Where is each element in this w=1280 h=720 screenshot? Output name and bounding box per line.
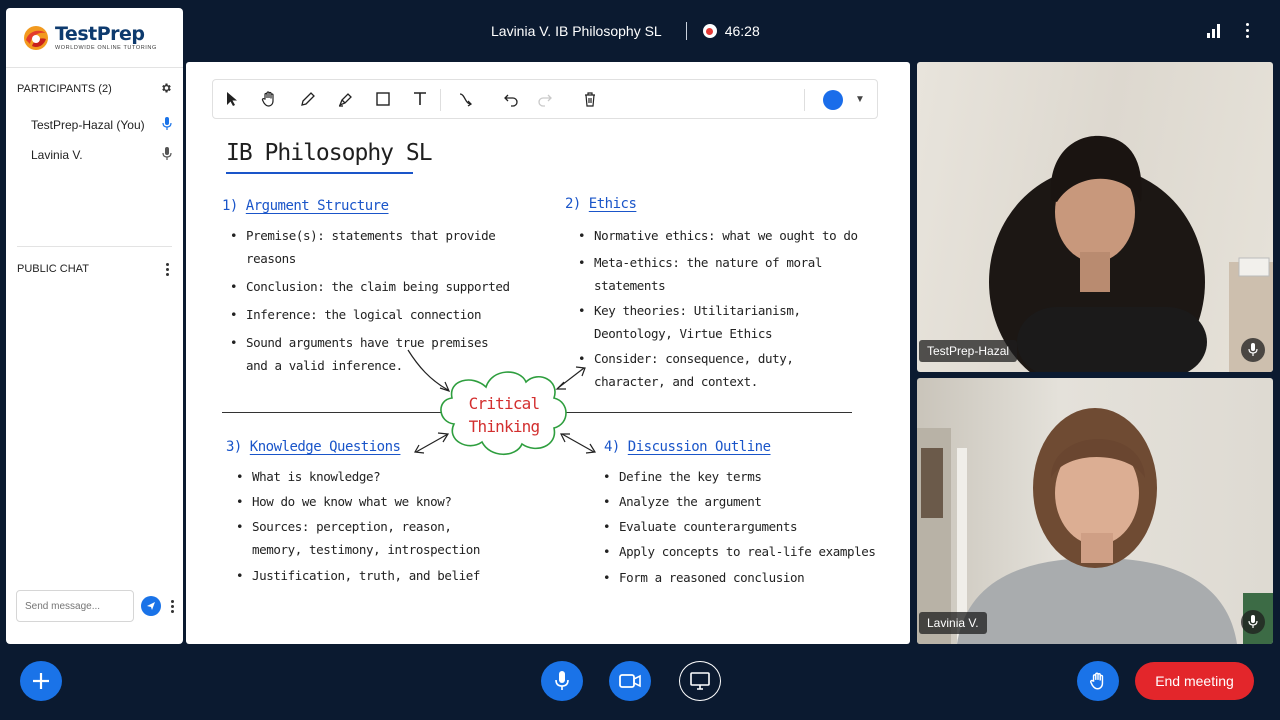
mic-icon[interactable]: [1241, 610, 1265, 634]
chat-header: PUBLIC CHAT: [6, 247, 183, 291]
more-options-icon[interactable]: [1246, 23, 1249, 38]
list-item: What is knowledge?: [232, 465, 502, 488]
chat-options-icon[interactable]: [162, 262, 172, 276]
participant-name: Lavinia V.: [31, 148, 83, 162]
list-item: Sources: perception, reason, memory, tes…: [232, 515, 502, 561]
section-3-bullets: What is knowledge? How do we know what w…: [232, 465, 502, 587]
gear-icon[interactable]: [160, 82, 172, 97]
mic-icon: [162, 146, 172, 164]
whiteboard[interactable]: ▼ IB Philosophy SL 1) Argument Structure…: [186, 62, 910, 644]
chat-message-input[interactable]: [16, 590, 134, 622]
participants-heading: PARTICIPANTS (2): [17, 83, 112, 95]
participants-header: PARTICIPANTS (2): [6, 68, 183, 110]
participant-name: TestPrep-Hazal (You): [31, 118, 145, 132]
center-topic: Critical Thinking: [468, 394, 540, 436]
video-name-tag: TestPrep-Hazal: [919, 340, 1018, 362]
header-divider: [685, 22, 687, 40]
participant-item[interactable]: Lavinia V.: [6, 140, 183, 170]
camera-toggle-button[interactable]: [609, 661, 651, 701]
meeting-title: Lavinia V. IB Philosophy SL: [491, 23, 662, 39]
end-meeting-button[interactable]: End meeting: [1135, 662, 1254, 700]
send-message-button[interactable]: [141, 596, 161, 616]
plus-icon: [33, 673, 49, 689]
mic-icon[interactable]: [1241, 338, 1265, 362]
brand-logo: TestPrep WORLDWIDE ONLINE TUTORING: [6, 8, 183, 68]
participant-item[interactable]: TestPrep-Hazal (You): [6, 110, 183, 140]
microphone-toggle-button[interactable]: [541, 661, 583, 701]
list-item: Justification, truth, and belief: [232, 564, 502, 587]
list-item: Form a reasoned conclusion: [599, 566, 889, 589]
recording-icon[interactable]: [702, 24, 717, 38]
raise-hand-button[interactable]: [1077, 661, 1119, 701]
video-tile-tutor[interactable]: TestPrep-Hazal: [917, 62, 1273, 372]
list-item: Analyze the argument: [599, 490, 889, 513]
screen-share-icon: [690, 672, 710, 690]
testprep-logo-icon: [22, 24, 50, 52]
section-4-bullets: Define the key terms Analyze the argumen…: [599, 465, 889, 589]
mic-icon: [162, 116, 172, 134]
list-item: Evaluate counterarguments: [599, 515, 889, 538]
meeting-header: Lavinia V. IB Philosophy SL 46:28: [491, 22, 760, 40]
list-item: How do we know what we know?: [232, 490, 502, 513]
raise-hand-icon: [1090, 672, 1104, 690]
list-item: Define the key terms: [599, 465, 889, 488]
video-camera-icon: [619, 674, 641, 688]
chat-heading: PUBLIC CHAT: [17, 263, 89, 275]
add-action-button[interactable]: [20, 661, 62, 701]
recording-timer: 46:28: [724, 23, 760, 39]
brand-name: TestPrep: [55, 23, 145, 45]
mic-icon: [555, 671, 569, 690]
left-panel: TestPrep WORLDWIDE ONLINE TUTORING PARTI…: [6, 8, 183, 644]
video-feed-tutor: [989, 135, 1273, 372]
section-title-4: 4) Discussion Outline: [604, 439, 771, 455]
chat-input-row: [16, 590, 177, 622]
list-item: Apply concepts to real-life examples: [599, 540, 889, 563]
chat-more-icon[interactable]: [167, 599, 177, 613]
screen-share-button[interactable]: [679, 661, 721, 701]
section-title-3: 3) Knowledge Questions: [226, 439, 401, 455]
brand-tagline: WORLDWIDE ONLINE TUTORING: [55, 45, 157, 51]
video-feed-student: [917, 408, 1273, 644]
send-icon: [147, 602, 155, 610]
connection-signal-icon[interactable]: [1207, 24, 1221, 38]
video-name-tag: Lavinia V.: [919, 612, 987, 634]
video-tile-student[interactable]: Lavinia V.: [917, 378, 1273, 644]
